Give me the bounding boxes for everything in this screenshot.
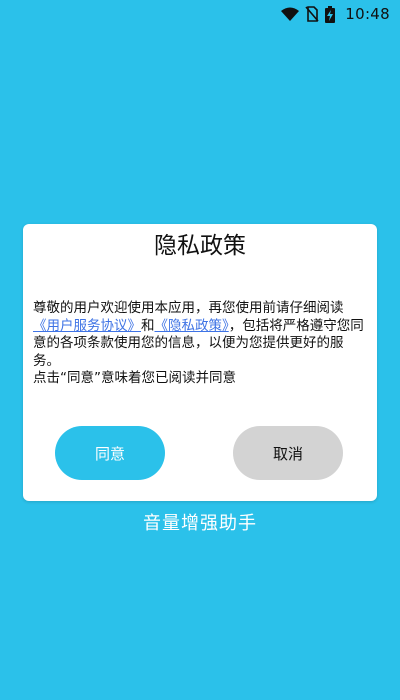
agree-button[interactable]: 同意 bbox=[55, 426, 165, 480]
status-time: 10:48 bbox=[345, 5, 390, 23]
user-agreement-link[interactable]: 《用户服务协议》 bbox=[33, 318, 141, 334]
and-text: 和 bbox=[141, 317, 155, 334]
status-bar: 10:48 bbox=[0, 0, 400, 28]
battery-charging-icon bbox=[325, 5, 336, 23]
cancel-button[interactable]: 取消 bbox=[233, 426, 343, 480]
no-sim-icon bbox=[305, 6, 319, 22]
consent-note: 点击“同意”意味着您已阅读并同意 bbox=[33, 370, 236, 386]
privacy-policy-link[interactable]: 《隐私政策》 bbox=[155, 318, 229, 334]
policy-paragraph: 尊敬的用户欢迎使用本应用，再您使用前请仔细阅读《用户服务协议》和《隐私政策》，包… bbox=[33, 300, 369, 370]
dialog-title: 隐私政策 bbox=[154, 233, 246, 259]
status-icons: 10:48 bbox=[281, 0, 390, 28]
dialog-body: 尊敬的用户欢迎使用本应用，再您使用前请仔细阅读《用户服务协议》和《隐私政策》，包… bbox=[33, 300, 369, 388]
app-name: 音量增强助手 bbox=[143, 513, 257, 534]
privacy-dialog: 隐私政策 尊敬的用户欢迎使用本应用，再您使用前请仔细阅读《用户服务协议》和《隐私… bbox=[23, 224, 377, 501]
body-intro: 尊敬的用户欢迎使用本应用，再您使用前请仔细阅读 bbox=[33, 300, 344, 316]
wifi-icon bbox=[281, 7, 300, 21]
